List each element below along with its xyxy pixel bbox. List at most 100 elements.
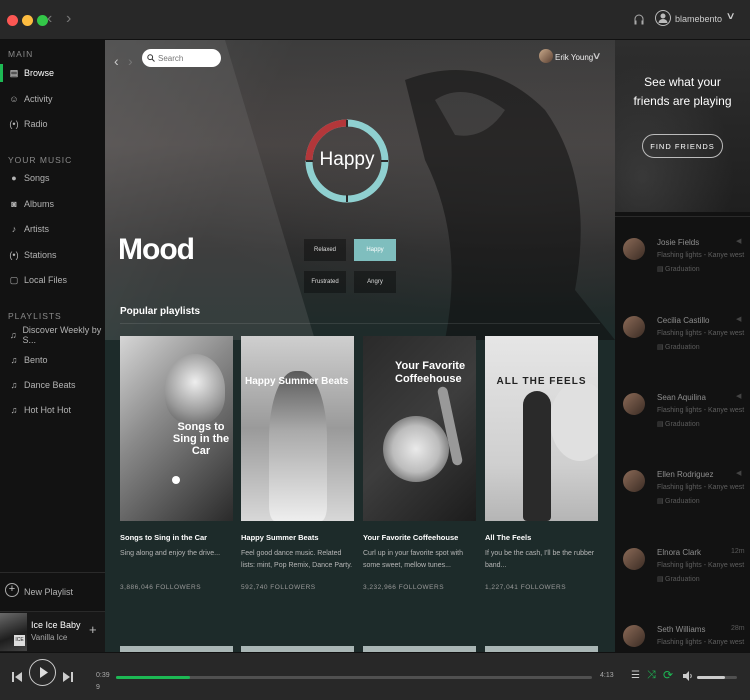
friend-item[interactable]: Josie Fields Flashing lights - Kanye wes… xyxy=(615,230,750,307)
now-playing-cover[interactable]: ICE xyxy=(0,613,27,651)
now-playing-artist[interactable]: Vanilla Ice xyxy=(31,633,67,642)
volume-icon[interactable] xyxy=(683,671,693,681)
friend-name[interactable]: Elnora Clark xyxy=(657,548,701,557)
volume-slider[interactable] xyxy=(697,676,737,679)
search-box[interactable] xyxy=(142,49,221,67)
friend-avatar[interactable] xyxy=(623,316,645,338)
friend-name[interactable]: Seth Williams xyxy=(657,625,705,634)
sidebar-item-albums[interactable]: ◙ Albums xyxy=(0,193,105,215)
save-track-plus-icon[interactable]: + xyxy=(89,622,97,637)
user-avatar[interactable] xyxy=(539,49,553,63)
previous-track-icon[interactable] xyxy=(12,671,22,683)
friend-source[interactable]: Graduation xyxy=(665,266,700,273)
user-menu-chevron-icon[interactable]: ∨ xyxy=(726,11,736,22)
friend-item[interactable]: Ellen Rodriguez Flashing lights - Kanye … xyxy=(615,462,750,539)
repeat-icon[interactable]: ⟳ xyxy=(663,668,673,682)
mood-chip-frustrated[interactable]: Frustrated xyxy=(304,271,346,293)
progress-bar[interactable] xyxy=(116,676,592,679)
playlist-title[interactable]: Songs to Sing in the Car xyxy=(120,533,233,542)
user-name[interactable]: Erik Young xyxy=(555,53,593,62)
sidebar-item-stations[interactable]: (•) Stations xyxy=(0,244,105,266)
friend-item[interactable]: Elnora Clark Flashing lights - Kanye wes… xyxy=(615,540,750,617)
mood-chip-relaxed[interactable]: Relaxed xyxy=(304,239,346,261)
sidebar-playlist-item[interactable]: ♫ Dance Beats xyxy=(0,374,105,396)
sidebar-item-label: Discover Weekly by S... xyxy=(22,325,102,345)
friend-item[interactable]: Cecilia Castillo Flashing lights - Kanye… xyxy=(615,308,750,385)
volume-fill xyxy=(697,676,725,679)
mood-chip-angry[interactable]: Angry xyxy=(354,271,396,293)
now-playing-title[interactable]: Ice Ice Baby xyxy=(31,620,81,630)
sidebar-item-songs[interactable]: ● Songs xyxy=(0,167,105,189)
new-playlist-plus-icon[interactable]: + xyxy=(5,583,19,597)
playlist-followers: 1,227,041 FOLLOWERS xyxy=(485,584,567,591)
back-arrow-icon[interactable]: ‹ xyxy=(114,53,119,69)
friend-item[interactable]: Sean Aquilina Flashing lights - Kanye we… xyxy=(615,385,750,462)
sidebar-item-browse[interactable]: ▤ Browse xyxy=(0,62,105,84)
source-icon: ▤ xyxy=(657,421,664,428)
sidebar-item-local-files[interactable]: ▢ Local Files xyxy=(0,269,105,291)
playlist-cover[interactable]: ALL THE FEELS xyxy=(485,336,598,521)
sidebar-item-label: Browse xyxy=(24,68,55,78)
close-window-button[interactable] xyxy=(7,15,18,26)
friend-source[interactable]: Graduation xyxy=(665,576,700,583)
sidebar-playlist-item[interactable]: ♫ Hot Hot Hot xyxy=(0,399,105,421)
friend-avatar[interactable] xyxy=(623,548,645,570)
friend-name[interactable]: Josie Fields xyxy=(657,238,699,247)
friend-avatar[interactable] xyxy=(623,393,645,415)
sidebar-playlist-item[interactable]: ♫ Discover Weekly by S... xyxy=(0,324,105,346)
user-menu-chevron-icon[interactable]: ∨ xyxy=(592,51,602,62)
playlist-title[interactable]: All The Feels xyxy=(485,533,598,542)
minimize-window-button[interactable] xyxy=(22,15,33,26)
play-icon xyxy=(40,667,48,678)
sidebar-item-artists[interactable]: ♪ Artists xyxy=(0,218,105,240)
shuffle-icon[interactable]: ⤨ xyxy=(647,669,656,682)
sidebar-item-label: Bento xyxy=(24,355,48,365)
playlist-title[interactable]: Happy Summer Beats xyxy=(241,533,354,542)
user-avatar[interactable] xyxy=(655,10,671,26)
playlist-cover[interactable]: Songs to Sing in the Car xyxy=(120,336,233,521)
local-files-icon: ▢ xyxy=(9,274,19,285)
friend-source[interactable]: Graduation xyxy=(665,344,700,351)
friend-song[interactable]: Flashing lights - Kanye west xyxy=(657,484,744,491)
playlist-cover[interactable]: Your Favorite Coffeehouse xyxy=(363,336,476,521)
back-arrow-icon[interactable]: ‹ xyxy=(47,10,52,28)
playlist-card[interactable]: Happy Summer Beats Happy Summer Beats Fe… xyxy=(241,336,354,591)
forward-arrow-icon[interactable]: › xyxy=(66,10,71,28)
new-playlist-button[interactable]: New Playlist xyxy=(24,587,73,597)
friend-avatar[interactable] xyxy=(623,238,645,260)
sidebar-item-activity[interactable]: ☺ Activity xyxy=(0,88,105,110)
sidebar-item-label: Hot Hot Hot xyxy=(24,405,72,415)
cover-text: Happy Summer Beats xyxy=(245,376,349,387)
mood-chip-happy[interactable]: Happy xyxy=(354,239,396,261)
friend-name[interactable]: Ellen Rodriguez xyxy=(657,470,713,479)
friend-avatar[interactable] xyxy=(623,625,645,647)
friend-item[interactable]: Seth Williams Flashing lights - Kanye we… xyxy=(615,617,750,652)
sidebar-item-radio[interactable]: (•) Radio xyxy=(0,113,105,135)
playlist-card[interactable]: Songs to Sing in the Car Songs to Sing i… xyxy=(120,336,233,591)
friend-name[interactable]: Cecilia Castillo xyxy=(657,316,709,325)
next-track-icon[interactable] xyxy=(63,671,73,683)
friend-source[interactable]: Graduation xyxy=(665,421,700,428)
playing-speaker-icon: ◀ xyxy=(736,238,742,245)
friend-song[interactable]: Flashing lights - Kanye west xyxy=(657,407,744,414)
friend-song[interactable]: Flashing lights - Kanye west xyxy=(657,330,744,337)
queue-icon[interactable]: ☰ xyxy=(631,670,640,681)
headphones-icon[interactable] xyxy=(634,14,644,25)
playlist-cover[interactable]: Happy Summer Beats xyxy=(241,336,354,521)
friend-avatar[interactable] xyxy=(623,470,645,492)
friend-song[interactable]: Flashing lights - Kanye west xyxy=(657,639,744,646)
forward-arrow-icon[interactable]: › xyxy=(128,53,133,69)
friend-song[interactable]: Flashing lights - Kanye west xyxy=(657,252,744,259)
search-input[interactable] xyxy=(158,53,218,63)
friend-source[interactable]: Graduation xyxy=(665,498,700,505)
playlist-card[interactable]: Your Favorite Coffeehouse Your Favorite … xyxy=(363,336,476,591)
sidebar-playlist-item[interactable]: ♫ Bento xyxy=(0,349,105,371)
friend-name[interactable]: Sean Aquilina xyxy=(657,393,706,402)
playlist-followers: 592,740 FOLLOWERS xyxy=(241,584,316,591)
friend-song[interactable]: Flashing lights - Kanye west xyxy=(657,562,744,569)
find-friends-button[interactable]: FIND FRIENDS xyxy=(642,134,723,158)
playlist-title[interactable]: Your Favorite Coffeehouse xyxy=(363,533,476,542)
username[interactable]: blamebento xyxy=(675,14,722,24)
play-button[interactable] xyxy=(29,659,56,686)
playlist-card[interactable]: ALL THE FEELS All The Feels If you be th… xyxy=(485,336,598,591)
